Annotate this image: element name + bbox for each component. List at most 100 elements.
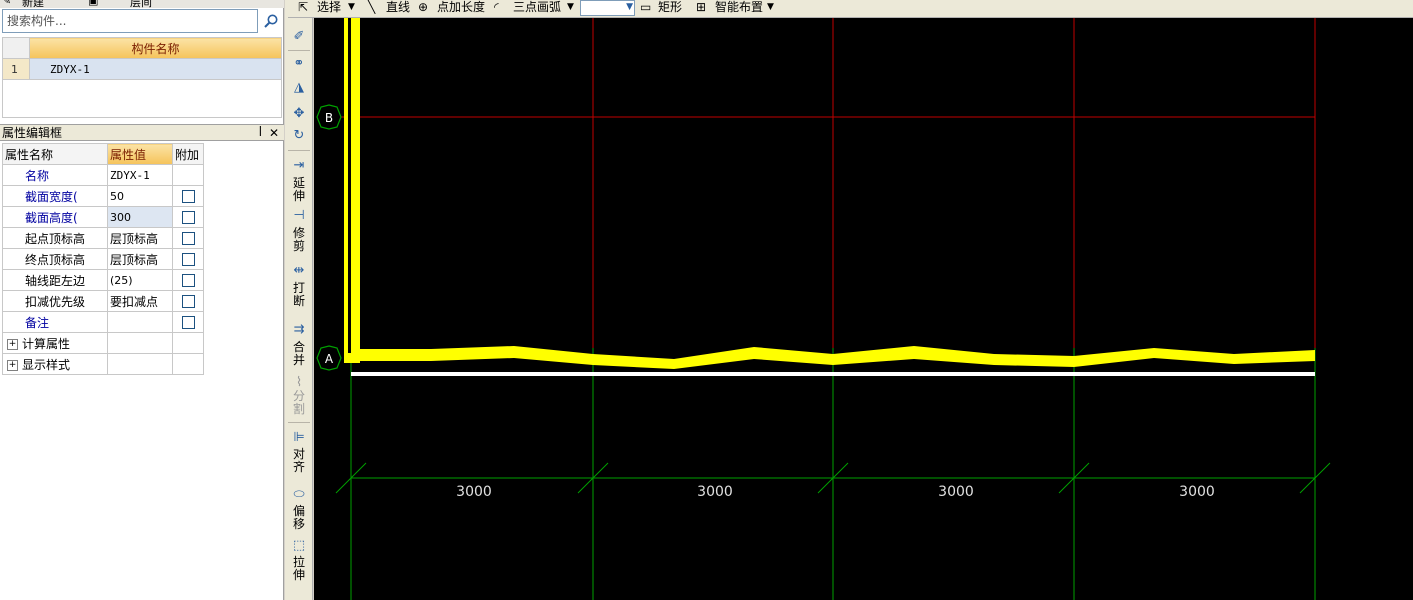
properties-header-row: 属性名称 属性值 附加 <box>2 143 204 165</box>
property-row[interactable]: 起点顶标高 层顶标高 <box>2 227 204 249</box>
brush-icon[interactable]: ✐ <box>290 29 308 45</box>
trim-icon[interactable]: ⊣ <box>290 208 308 224</box>
properties-titlebar: 属性编辑框 ꟾ ✕ <box>0 124 284 141</box>
extend-button[interactable]: 延伸 <box>292 177 306 203</box>
offset-button[interactable]: 偏移 <box>292 505 306 531</box>
expand-icon[interactable]: + <box>7 359 18 371</box>
property-value[interactable]: ZDYX-1 <box>107 164 173 186</box>
col-extra-header: 附加 <box>172 143 204 165</box>
property-value[interactable]: 层顶标高 <box>107 227 173 249</box>
checkbox[interactable] <box>181 232 195 245</box>
select-button[interactable]: 选择 <box>317 0 341 14</box>
component-name[interactable]: ZDYX-1 <box>29 58 282 80</box>
rotate-icon[interactable]: ↻ <box>290 128 308 144</box>
drawing-svg: B A 3000 3000 3000 3000 <box>316 18 1331 600</box>
chevron-down-icon[interactable]: ▼ <box>567 0 574 14</box>
property-row[interactable]: 轴线距左边 (25) <box>2 269 204 291</box>
property-row[interactable]: 扣减优先级 要扣减点 <box>2 290 204 312</box>
offset-icon[interactable]: ⬭ <box>290 487 308 503</box>
search-input[interactable] <box>3 10 257 32</box>
align-button[interactable]: 对齐 <box>292 448 306 474</box>
property-row[interactable]: 截面宽度( 50 <box>2 185 204 207</box>
shape-combo[interactable]: ▼ <box>580 0 635 16</box>
mirror-icon[interactable]: ◮ <box>290 80 308 96</box>
property-value[interactable]: 要扣减点 <box>107 290 173 312</box>
cursor-icon[interactable]: ⇱ <box>298 0 308 14</box>
table-corner <box>2 37 30 59</box>
checkbox[interactable] <box>181 274 195 287</box>
draw-toolbar: ⇱ 选择 ▼ ╲ 直线 ⊕ 点加长度 ◜ 三点画弧 ▼ ▼ ▭ 矩形 ⊞ 智能布… <box>288 0 1413 18</box>
pin-icon[interactable]: ꟾ <box>259 125 262 141</box>
line-button[interactable]: 直线 <box>386 0 410 14</box>
property-name: 备注 <box>2 311 108 333</box>
layer-button[interactable]: 层间 <box>130 0 152 8</box>
property-value[interactable]: 50 <box>107 185 173 207</box>
drawing-canvas[interactable]: B A 3000 3000 3000 3000 <box>314 18 1413 600</box>
dimension-label: 3000 <box>1179 484 1215 500</box>
search-icon[interactable] <box>260 10 282 32</box>
dimension-label: 3000 <box>938 484 974 500</box>
point-length-button[interactable]: 点加长度 <box>437 0 485 14</box>
chevron-down-icon[interactable]: ▼ <box>348 0 355 14</box>
trim-button[interactable]: 修剪 <box>292 227 306 253</box>
property-name: 轴线距左边 <box>2 269 108 291</box>
break-icon[interactable]: ⇹ <box>290 263 308 279</box>
rect-icon[interactable]: ▭ <box>640 0 651 14</box>
merge-icon[interactable]: ⇉ <box>290 322 308 338</box>
properties-table: 属性名称 属性值 附加 名称 ZDYX-1 截面宽度( 50 截面高度( 300… <box>2 143 204 375</box>
checkbox[interactable] <box>181 190 195 203</box>
extend-icon[interactable]: ⇥ <box>290 158 308 174</box>
checkbox[interactable] <box>181 295 195 308</box>
rect-button[interactable]: 矩形 <box>658 0 682 14</box>
line-icon[interactable]: ╲ <box>368 0 375 14</box>
checkbox[interactable] <box>181 316 195 329</box>
property-value[interactable]: 层顶标高 <box>107 248 173 270</box>
break-button[interactable]: 打断 <box>292 282 306 308</box>
merge-button[interactable]: 合并 <box>292 341 306 367</box>
axis-label-a: A <box>325 352 334 366</box>
smart-layout-button[interactable]: 智能布置 <box>715 0 763 14</box>
property-group[interactable]: + 显示样式 <box>2 353 204 375</box>
dimension-label: 3000 <box>697 484 733 500</box>
col-value-header: 属性值 <box>107 143 173 165</box>
copy-icon[interactable]: ▣ <box>88 0 98 7</box>
property-group[interactable]: + 计算属性 <box>2 332 204 354</box>
property-row[interactable]: 名称 ZDYX-1 <box>2 164 204 186</box>
stretch-icon[interactable]: ⬚ <box>290 538 308 554</box>
copy-icon[interactable]: ⚭ <box>290 56 308 72</box>
move-icon[interactable]: ✥ <box>290 106 308 122</box>
chevron-down-icon[interactable]: ▼ <box>767 0 774 14</box>
component-list-area <box>2 80 282 118</box>
group-label: 显示样式 <box>22 357 71 372</box>
property-row[interactable]: 截面高度( 300 <box>2 206 204 228</box>
component-table: 构件名称 1 ZDYX-1 <box>2 37 282 80</box>
expand-icon[interactable]: + <box>7 338 18 350</box>
property-name: 名称 <box>2 164 108 186</box>
chevron-down-icon[interactable]: ▼ <box>626 1 633 14</box>
property-name: 截面宽度( <box>2 185 108 207</box>
property-name: 起点顶标高 <box>2 227 108 249</box>
close-icon[interactable]: ✕ <box>269 125 279 141</box>
property-value[interactable]: 300 <box>107 206 173 228</box>
arc-button[interactable]: 三点画弧 <box>513 0 561 14</box>
checkbox[interactable] <box>181 253 195 266</box>
property-value[interactable] <box>107 311 173 333</box>
property-name: 扣减优先级 <box>2 290 108 312</box>
align-icon[interactable]: ⊫ <box>290 430 308 446</box>
stretch-button[interactable]: 拉伸 <box>292 556 306 582</box>
table-row[interactable]: 1 ZDYX-1 <box>2 58 282 80</box>
property-row[interactable]: 终点顶标高 层顶标高 <box>2 248 204 270</box>
split-button[interactable]: 分割 <box>292 390 306 416</box>
property-row[interactable]: 备注 <box>2 311 204 333</box>
point-length-icon[interactable]: ⊕ <box>418 0 428 14</box>
search-box[interactable] <box>2 9 258 33</box>
checkbox[interactable] <box>181 211 195 224</box>
row-index: 1 <box>2 58 30 80</box>
new-button[interactable]: 新建 <box>22 0 44 8</box>
arc-icon[interactable]: ◜ <box>494 0 499 14</box>
properties-title: 属性编辑框 <box>2 126 63 140</box>
property-value[interactable]: (25) <box>107 269 173 291</box>
smart-layout-icon[interactable]: ⊞ <box>696 0 706 14</box>
vertical-wall <box>344 18 360 363</box>
new-icon[interactable]: ✎ <box>2 0 11 7</box>
